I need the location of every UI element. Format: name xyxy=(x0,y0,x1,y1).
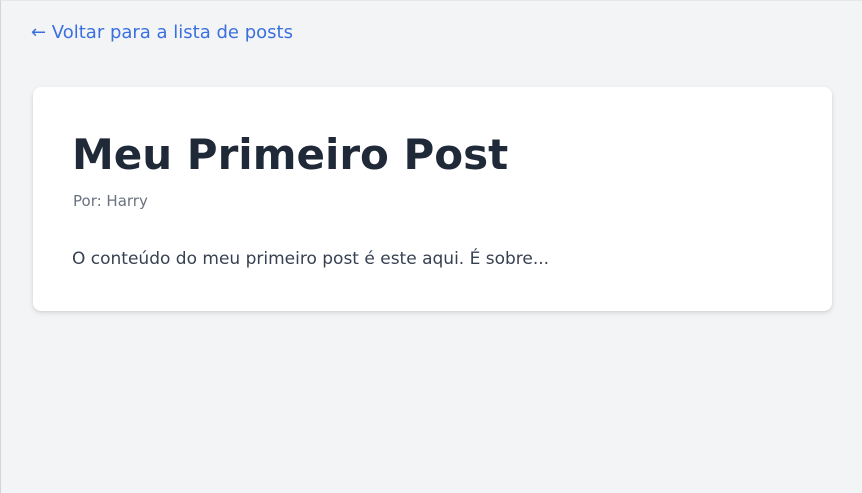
back-to-posts-link[interactable]: ← Voltar para a lista de posts xyxy=(31,21,293,45)
post-content: O conteúdo do meu primeiro post é este a… xyxy=(72,249,550,269)
post-title: Meu Primeiro Post xyxy=(72,130,509,179)
post-author: Por: Harry xyxy=(73,192,148,210)
post-card: Meu Primeiro Post Por: Harry O conteúdo … xyxy=(33,87,832,311)
